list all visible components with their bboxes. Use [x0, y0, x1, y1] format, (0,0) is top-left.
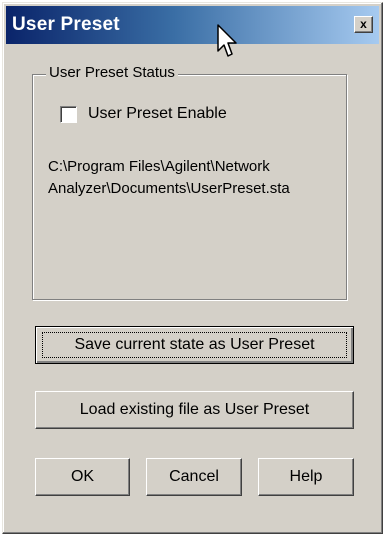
- focus-rectangle: [42, 332, 347, 358]
- preset-path-line-2: Analyzer\Documents\UserPreset.sta: [48, 180, 290, 197]
- user-preset-enable-checkbox[interactable]: [60, 106, 77, 123]
- help-button[interactable]: Help: [258, 458, 354, 496]
- preset-path-line-1: C:\Program Files\Agilent\Network: [48, 158, 270, 175]
- title-bar[interactable]: User Preset x: [6, 6, 379, 44]
- ok-button[interactable]: OK: [35, 458, 130, 496]
- user-preset-enable-label[interactable]: User Preset Enable: [88, 105, 227, 123]
- mouse-pointer-icon: [217, 24, 237, 57]
- save-current-state-button[interactable]: Save current state as User Preset: [35, 326, 354, 364]
- close-button[interactable]: x: [354, 16, 373, 33]
- group-legend: User Preset Status: [46, 64, 178, 81]
- load-existing-file-button[interactable]: Load existing file as User Preset: [35, 391, 354, 429]
- cancel-button[interactable]: Cancel: [146, 458, 242, 496]
- window-title: User Preset: [12, 14, 120, 35]
